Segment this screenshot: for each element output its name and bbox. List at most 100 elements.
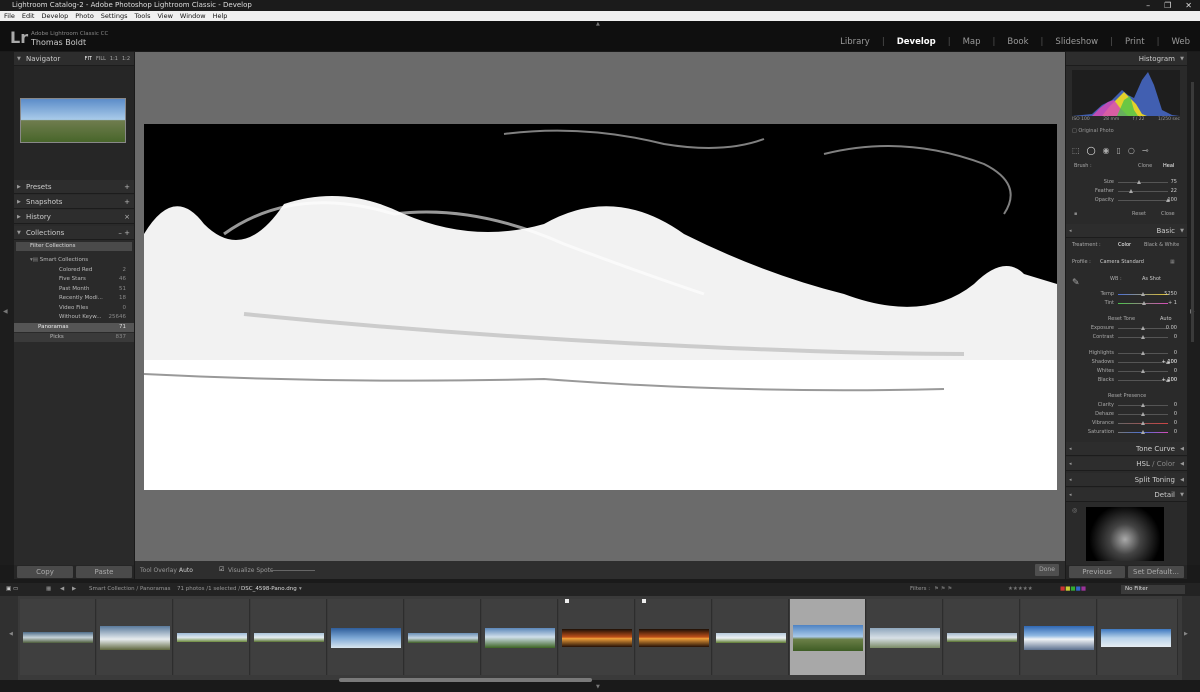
top-panel-toggle-icon[interactable]: ▲ bbox=[596, 21, 600, 27]
module-library[interactable]: Library bbox=[840, 37, 870, 47]
filmstrip-thumb[interactable] bbox=[559, 599, 635, 675]
tint-value[interactable]: + 1 bbox=[1168, 299, 1177, 308]
collection-item[interactable]: Picks 837 bbox=[14, 333, 134, 342]
saturation-slider[interactable]: Saturation 0 bbox=[1066, 428, 1187, 437]
histogram-graph[interactable] bbox=[1072, 70, 1180, 116]
feather-slider[interactable]: Feather 22 bbox=[1066, 187, 1187, 196]
graduated-filter-icon[interactable]: ▯ bbox=[1117, 146, 1121, 155]
collection-item-selected[interactable]: Panoramas 71 bbox=[14, 323, 134, 332]
right-panel-scrollbar[interactable] bbox=[1191, 82, 1194, 342]
filmstrip-thumb[interactable] bbox=[251, 599, 327, 675]
zoom-1-2[interactable]: 1:2 bbox=[122, 52, 130, 66]
slider-knob[interactable] bbox=[1141, 335, 1145, 339]
minimize-button[interactable]: – bbox=[1146, 0, 1150, 11]
radial-filter-icon[interactable]: ○ bbox=[1128, 146, 1135, 155]
filmstrip-thumb[interactable] bbox=[20, 599, 96, 675]
module-develop[interactable]: Develop bbox=[897, 37, 936, 47]
filmstrip-scrollbar[interactable] bbox=[339, 678, 592, 682]
wb-select[interactable]: As Shot bbox=[1142, 275, 1161, 284]
panel-switch-icon[interactable]: ◂ bbox=[1069, 473, 1072, 487]
temp-slider[interactable]: Temp 5250 bbox=[1066, 290, 1187, 299]
filmstrip-thumb[interactable] bbox=[174, 599, 250, 675]
filmstrip-right-arrow[interactable]: ▶ bbox=[1182, 596, 1200, 680]
collection-item[interactable]: Video Files 0 bbox=[14, 304, 134, 313]
dehaze-slider[interactable]: Dehaze 0 bbox=[1066, 410, 1187, 419]
menu-file[interactable]: File bbox=[4, 11, 15, 21]
shadows-slider[interactable]: Shadows + 100 bbox=[1066, 358, 1187, 367]
menu-settings[interactable]: Settings bbox=[101, 11, 128, 21]
reset-presence-button[interactable]: Reset Presence bbox=[1108, 392, 1146, 401]
highlights-value[interactable]: 0 bbox=[1174, 349, 1177, 358]
blacks-slider[interactable]: Blacks + 100 bbox=[1066, 376, 1187, 385]
module-map[interactable]: Map bbox=[963, 37, 981, 47]
contrast-slider[interactable]: Contrast 0 bbox=[1066, 333, 1187, 342]
display-toggle-icon[interactable]: ▣ ▭ bbox=[6, 583, 18, 596]
filter-collections-field[interactable]: Filter Collections bbox=[16, 242, 132, 251]
heal-option[interactable]: Heal bbox=[1163, 162, 1174, 171]
paste-button[interactable]: Paste bbox=[76, 566, 132, 578]
panel-switch-icon[interactable]: ◂ bbox=[1069, 224, 1072, 238]
treatment-color-option[interactable]: Color bbox=[1118, 241, 1131, 250]
tool-switch-icon[interactable]: ▪ bbox=[1074, 210, 1077, 219]
temp-value[interactable]: 5250 bbox=[1164, 290, 1177, 299]
shadows-value[interactable]: + 100 bbox=[1162, 358, 1177, 367]
detail-header[interactable]: ◂ Detail ▼ bbox=[1066, 488, 1187, 502]
grid-view-icon[interactable]: ▦ bbox=[46, 583, 51, 596]
feather-value[interactable]: 22 bbox=[1171, 187, 1177, 196]
opacity-value[interactable]: 100 bbox=[1167, 196, 1177, 205]
saturation-value[interactable]: 0 bbox=[1174, 428, 1177, 437]
add-snapshot-icon[interactable]: + bbox=[124, 195, 130, 209]
size-value[interactable]: 75 bbox=[1171, 178, 1177, 187]
whites-slider[interactable]: Whites 0 bbox=[1066, 367, 1187, 376]
visualize-spots-image[interactable] bbox=[144, 124, 1057, 490]
filmstrip-thumb[interactable] bbox=[328, 599, 404, 675]
exposure-value[interactable]: 0.00 bbox=[1166, 324, 1177, 333]
clarity-value[interactable]: 0 bbox=[1174, 401, 1177, 410]
visualize-threshold-slider[interactable] bbox=[270, 570, 315, 571]
hsl-header[interactable]: ◂ HSL / Color ◀ bbox=[1066, 457, 1187, 471]
color-label-filter[interactable]: ■■■■■ bbox=[1060, 583, 1086, 596]
spot-close-button[interactable]: Close bbox=[1161, 210, 1175, 219]
snapshots-header[interactable]: ▶ Snapshots + bbox=[14, 195, 134, 209]
module-book[interactable]: Book bbox=[1007, 37, 1028, 47]
module-web[interactable]: Web bbox=[1171, 37, 1190, 47]
filename-dropdown-icon[interactable]: ▾ bbox=[299, 583, 302, 596]
filmstrip-thumb[interactable] bbox=[97, 599, 173, 675]
slider-knob[interactable] bbox=[1141, 351, 1145, 355]
filmstrip-thumb-selected[interactable] bbox=[790, 599, 866, 675]
left-panel-toggle-icon[interactable]: ◀ bbox=[3, 308, 8, 315]
slider-knob[interactable] bbox=[1129, 189, 1133, 193]
collection-item[interactable]: Without Keyw... 25646 bbox=[14, 313, 134, 322]
menu-window[interactable]: Window bbox=[180, 11, 206, 21]
panel-switch-icon[interactable]: ◂ bbox=[1069, 442, 1072, 456]
clarity-slider[interactable]: Clarity 0 bbox=[1066, 401, 1187, 410]
contrast-value[interactable]: 0 bbox=[1174, 333, 1177, 342]
size-slider[interactable]: Size 75 bbox=[1066, 178, 1187, 187]
zoom-1-1[interactable]: 1:1 bbox=[110, 52, 118, 66]
source-breadcrumb[interactable]: Smart Collection / Panoramas bbox=[89, 583, 170, 596]
detail-preview-toggle-icon[interactable]: ◎ bbox=[1072, 507, 1077, 514]
slider-knob[interactable] bbox=[1141, 412, 1145, 416]
whites-value[interactable]: 0 bbox=[1174, 367, 1177, 376]
tint-slider[interactable]: Tint + 1 bbox=[1066, 299, 1187, 308]
slider-knob[interactable] bbox=[1141, 403, 1145, 407]
slider-knob[interactable] bbox=[1141, 369, 1145, 373]
visualize-spots-checkbox[interactable]: ☑ bbox=[219, 566, 224, 573]
slider-knob[interactable] bbox=[1141, 430, 1145, 434]
clear-history-icon[interactable]: × bbox=[124, 210, 130, 224]
tone-curve-header[interactable]: ◂ Tone Curve ◀ bbox=[1066, 442, 1187, 456]
menu-view[interactable]: View bbox=[157, 11, 172, 21]
right-panel-edge[interactable]: ▶ bbox=[1187, 52, 1200, 565]
slider-knob[interactable] bbox=[1141, 292, 1145, 296]
collection-item[interactable]: Past Month 51 bbox=[14, 285, 134, 294]
smart-collections-set[interactable]: ▾▤ Smart Collections bbox=[14, 256, 134, 265]
zoom-fit[interactable]: FIT bbox=[85, 52, 92, 66]
filmstrip-thumb[interactable] bbox=[1021, 599, 1097, 675]
detail-preview-image[interactable] bbox=[1086, 507, 1164, 561]
menu-develop[interactable]: Develop bbox=[41, 11, 68, 21]
collection-item[interactable]: Colored Red 2 bbox=[14, 266, 134, 275]
split-toning-header[interactable]: ◂ Split Toning ◀ bbox=[1066, 473, 1187, 487]
bottom-panel-toggle-icon[interactable]: ▼ bbox=[596, 684, 600, 690]
maximize-button[interactable]: ❐ bbox=[1164, 0, 1171, 11]
clone-option[interactable]: Clone bbox=[1138, 162, 1152, 171]
